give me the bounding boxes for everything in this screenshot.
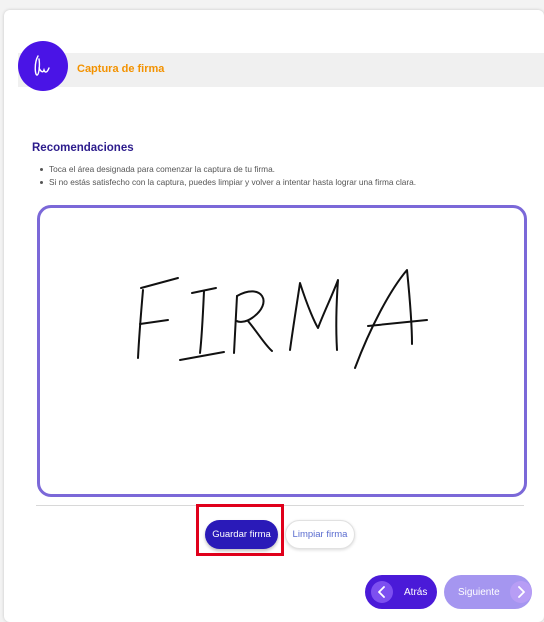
- recommendation-item: Toca el área designada para comenzar la …: [39, 163, 416, 176]
- chevron-left-icon: [371, 581, 393, 603]
- back-button[interactable]: Atrás: [365, 575, 437, 609]
- signature-strokes: [137, 269, 428, 369]
- logo-badge: [18, 41, 68, 91]
- next-button[interactable]: Siguiente: [444, 575, 532, 609]
- signature-pad[interactable]: [37, 205, 527, 497]
- signature-icon: [34, 55, 50, 76]
- recommendation-item: Si no estás satisfecho con la captura, p…: [39, 176, 416, 189]
- next-label: Siguiente: [458, 586, 500, 598]
- recommendations-list: Toca el área designada para comenzar la …: [39, 163, 416, 188]
- clear-signature-button[interactable]: Limpiar firma: [285, 520, 355, 549]
- save-signature-button[interactable]: Guardar firma: [205, 520, 278, 549]
- back-label: Atrás: [404, 586, 428, 598]
- recommendations-title: Recomendaciones: [32, 142, 134, 154]
- chevron-right-icon: [509, 581, 532, 603]
- page-title: Captura de firma: [77, 63, 165, 75]
